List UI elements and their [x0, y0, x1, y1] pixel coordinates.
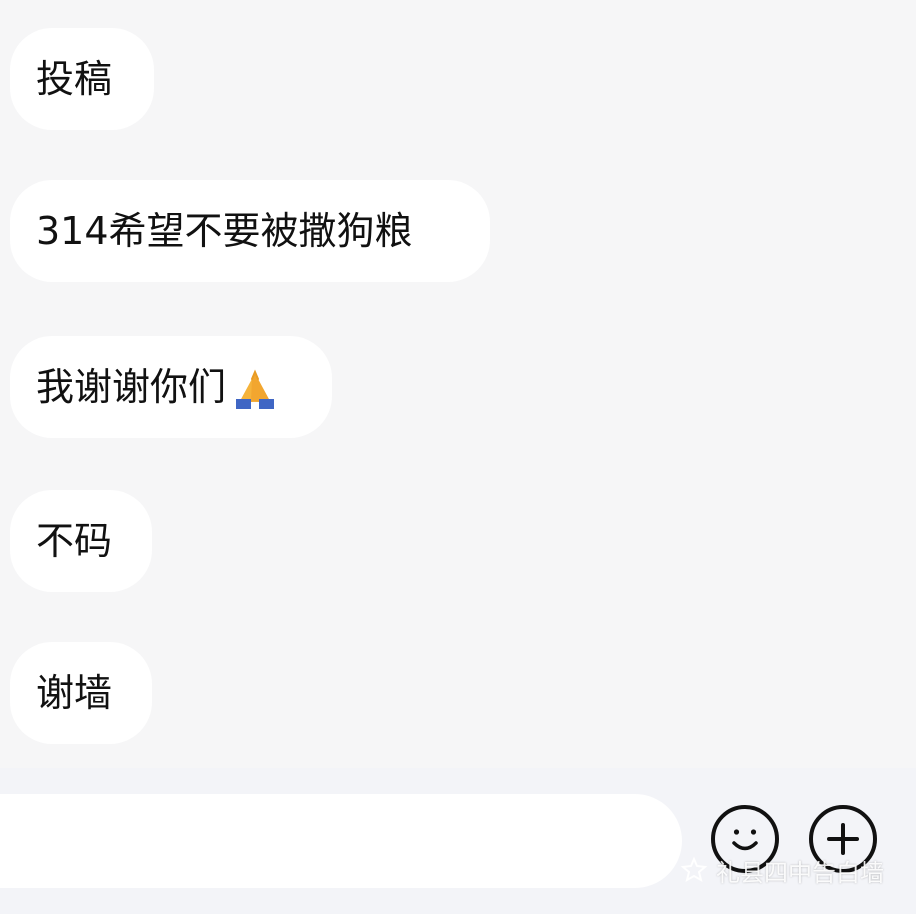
message-input[interactable]	[0, 794, 682, 888]
watermark-logo-icon	[680, 856, 708, 883]
message-bubble-5: 谢墙	[10, 642, 152, 744]
watermark-text: 礼县四中告白墙	[716, 858, 884, 887]
message-text-2: 314希望不要被撒狗粮	[36, 209, 413, 253]
message-text-5: 谢墙	[36, 671, 113, 715]
chat-screen: 投稿 314希望不要被撒狗粮 我谢谢你们 不码 谢墙 礼县四中告白墙	[0, 0, 916, 914]
message-bubble-3: 我谢谢你们	[10, 336, 332, 438]
message-text-3: 我谢谢你们	[36, 365, 227, 409]
folded-hands-emoji-icon	[236, 369, 275, 409]
message-bubble-4: 不码	[10, 490, 152, 592]
message-text-4: 不码	[36, 519, 113, 563]
watermark: 礼县四中告白墙	[680, 852, 900, 888]
message-text-1: 投稿	[36, 57, 113, 101]
message-bubble-2: 314希望不要被撒狗粮	[10, 180, 490, 282]
message-bubble-1: 投稿	[10, 28, 154, 130]
